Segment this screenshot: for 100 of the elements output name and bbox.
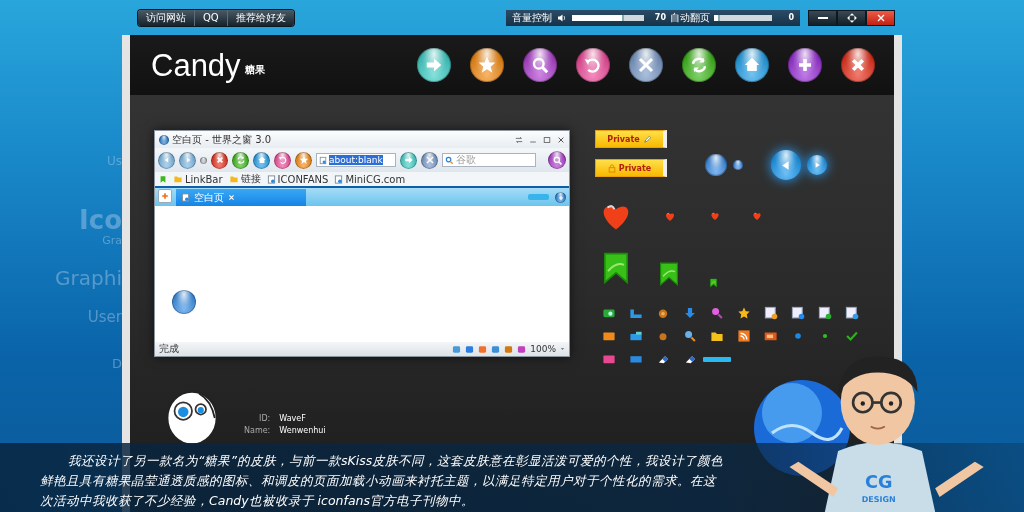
bubble-icon [172, 290, 196, 314]
search-icon [523, 48, 557, 82]
check-icon [844, 329, 859, 343]
private-button[interactable]: Private [595, 130, 667, 148]
maximize-icon[interactable] [543, 135, 551, 144]
slider-value: 70 [653, 13, 666, 22]
move-button[interactable] [837, 9, 866, 26]
page-icon [319, 155, 327, 165]
logo-title: Candy [151, 49, 241, 81]
stop-button[interactable] [211, 151, 228, 169]
refresh-button[interactable] [232, 151, 249, 169]
background-word: Graphi [55, 266, 122, 289]
private-button[interactable]: Private [595, 159, 667, 177]
control-label: 自动翻页 [670, 10, 710, 25]
undo-icon [576, 48, 610, 82]
folder-icon [228, 175, 239, 183]
id-label: ID: [258, 414, 271, 423]
background-word: Ico [79, 206, 122, 235]
tab-close-icon[interactable] [228, 194, 235, 201]
window-title: 空白页 - 世界之窗 3.0 [172, 132, 272, 147]
play-icon [807, 155, 827, 175]
caption-text: 我还设计了另一款名为“糖果”的皮肤，与前一款sKiss皮肤不同，这套皮肤意在彰显活泼可爱的个性，我设计了颜色鲜艳且具有糖果晶莹通透质感的图标、和调皮的页面加载小动画来衬托主题，以满足特定用户对于个性化的需求。在这次活动中我收获了不少经验，Candy也被收录于 iconfans官方电子刊物中。 [40, 452, 724, 510]
slider-value: 0 [787, 13, 794, 22]
undo-button[interactable] [274, 151, 291, 169]
heart-icon [709, 211, 721, 221]
tab-scroll-bar[interactable] [528, 194, 549, 200]
heart-icon [663, 210, 677, 222]
close-icon [841, 48, 875, 82]
home-icon [735, 48, 769, 82]
caret-icon[interactable] [560, 347, 565, 351]
switch-icon[interactable] [515, 135, 523, 144]
tab-menu-button[interactable] [555, 192, 566, 203]
bookmark-link[interactable]: ICONFANS [277, 173, 329, 185]
slider-track[interactable] [714, 14, 772, 21]
slider-track[interactable] [572, 14, 644, 21]
nav-link[interactable]: QQ [195, 9, 228, 26]
name-label: Name: [244, 426, 271, 435]
bookmark-link[interactable]: MiniCG.com [345, 173, 406, 185]
background-word: D [112, 357, 122, 372]
zoom-level: 100% [530, 344, 556, 354]
background-word: User [87, 308, 122, 326]
minimize-button[interactable] [808, 9, 837, 26]
globe-icon [159, 134, 169, 145]
favorite-button[interactable] [295, 151, 312, 169]
rss-icon [736, 329, 751, 343]
shirt-logo: CG [864, 472, 893, 493]
search-icon [682, 329, 697, 343]
bubble-icon [733, 160, 743, 170]
forward-button[interactable] [179, 151, 196, 169]
star-icon [736, 306, 751, 320]
bubble-icon [705, 154, 727, 176]
heart-icon [751, 211, 763, 221]
refresh-icon [682, 48, 716, 82]
address-field[interactable]: about:blank [316, 153, 396, 167]
plus-icon [556, 193, 565, 202]
bookmark-link[interactable]: 链接 [240, 172, 261, 186]
arrow-icon [402, 154, 415, 166]
new-tab-button[interactable] [158, 189, 172, 203]
status-text: 完成 [159, 342, 179, 356]
tray-icon [628, 329, 643, 343]
nav-link[interactable]: 推荐给好友 [227, 9, 294, 26]
speaker-icon [556, 12, 568, 23]
background-word: Gra [102, 234, 122, 247]
home-button[interactable] [253, 151, 270, 169]
bookmark-icon [159, 174, 167, 184]
search-placeholder: 谷歌 [456, 153, 476, 167]
control-label: 音量控制 [512, 10, 552, 25]
address-value: about:blank [329, 155, 383, 165]
bookmark-link[interactable]: LinkBar [185, 173, 223, 185]
folder-icon [173, 175, 183, 183]
search-icon [709, 306, 724, 320]
add-icon [788, 48, 822, 82]
logo-subtitle: 糖果 [244, 63, 265, 77]
search-button[interactable] [548, 151, 566, 169]
background-word: Us [106, 155, 122, 169]
plus-icon [161, 192, 169, 200]
nav-link[interactable]: 访问网站 [138, 9, 195, 26]
bookmark-icon [709, 278, 718, 288]
page-lock-icon [763, 306, 778, 320]
search-icon [445, 155, 454, 165]
minimize-icon [817, 16, 828, 19]
shirt-text: DESIGN [861, 495, 896, 505]
tools-button[interactable] [421, 151, 438, 169]
progress-bar-icon [702, 356, 731, 362]
undo-icon [276, 154, 289, 166]
page-icon [181, 193, 190, 202]
page-plus-icon [817, 306, 832, 320]
back-button[interactable] [158, 151, 175, 169]
pencil-icon [642, 134, 652, 144]
name-value: Wenwenhui [279, 426, 326, 435]
close-icon[interactable] [557, 135, 565, 144]
close-button[interactable] [866, 9, 895, 26]
page-search-icon [844, 306, 859, 320]
page-globe-icon [790, 306, 805, 320]
lock-icon [607, 163, 616, 173]
dot-icon [200, 156, 207, 164]
go-button[interactable] [400, 151, 417, 169]
back-icon [771, 150, 801, 180]
bookmark-icon [657, 260, 681, 288]
id-value: WaveF [279, 414, 307, 423]
